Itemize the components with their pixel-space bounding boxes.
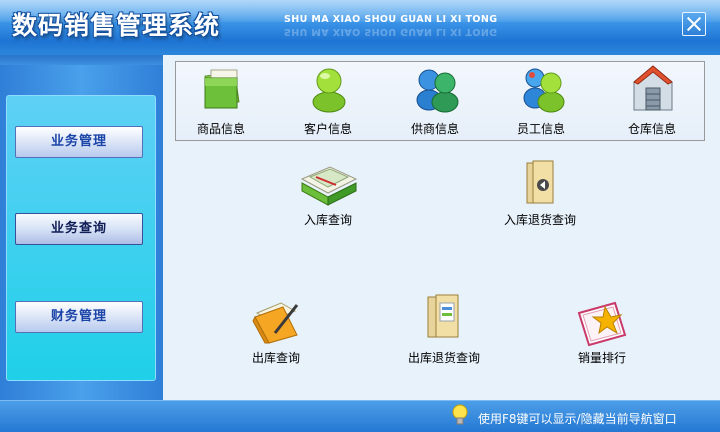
nav-top-strip — [0, 55, 163, 65]
stock-in-query-button[interactable]: 入库查询 — [273, 159, 383, 229]
warehouse-icon — [633, 65, 673, 111]
folder-return-icon — [526, 160, 554, 204]
toolbar-warehouse-info-label: 仓库信息 — [627, 122, 676, 136]
toolbar-supplier-info[interactable]: 供商信息 — [395, 62, 475, 140]
stock-out-query-button[interactable]: 出库查询 — [221, 297, 331, 367]
sales-ranking-button[interactable]: 销量排行 — [547, 297, 657, 367]
application-window: 数码销售管理系统 SHU MA XIAO SHOU GUAN LI XI TON… — [0, 0, 720, 432]
stock-out-query-label: 出库查询 — [251, 351, 300, 365]
toolbar-product-info[interactable]: 商品信息 — [181, 62, 261, 140]
title-bar: 数码销售管理系统 SHU MA XIAO SHOU GUAN LI XI TON… — [0, 0, 720, 55]
stock-out-return-query-button[interactable]: 出库退货查询 — [389, 294, 499, 367]
close-button[interactable] — [682, 12, 706, 36]
folder-icon — [204, 69, 240, 109]
nav-business-management-button[interactable]: 业务管理 — [15, 126, 143, 158]
status-bar: 使用F8键可以显示/隐藏当前导航窗口 — [0, 400, 720, 432]
stock-in-return-query-button[interactable]: 入库退货查询 — [485, 159, 595, 229]
app-title: 数码销售管理系统 — [12, 11, 221, 40]
stock-in-query-label: 入库查询 — [303, 213, 352, 227]
info-toolbar: 商品信息 客户信息 供商信息 员工信息 仓库信息 — [175, 61, 705, 141]
lightbulb-icon — [452, 404, 468, 425]
status-hint-text: 使用F8键可以显示/隐藏当前导航窗口 — [478, 412, 677, 426]
user-icon — [312, 68, 346, 113]
users-group-icon — [523, 68, 565, 113]
app-subtitle-reflection: SHU MA XIAO SHOU GUAN LI XI TONG — [284, 26, 498, 37]
left-navigation-pane: 业务管理 业务查询 财务管理 — [0, 55, 163, 400]
document-folder-icon — [427, 294, 459, 338]
books-icon — [300, 166, 358, 206]
toolbar-supplier-info-label: 供商信息 — [410, 122, 459, 136]
toolbar-warehouse-info[interactable]: 仓库信息 — [612, 62, 692, 140]
stock-out-return-query-label: 出库退货查询 — [407, 351, 480, 365]
app-subtitle: SHU MA XIAO SHOU GUAN LI XI TONG — [284, 14, 498, 25]
folder-pencil-icon — [252, 302, 299, 344]
toolbar-customer-info[interactable]: 客户信息 — [288, 62, 368, 140]
nav-finance-management-button[interactable]: 财务管理 — [15, 301, 143, 333]
toolbar-staff-info-label: 员工信息 — [516, 122, 565, 136]
toolbar-product-info-label: 商品信息 — [196, 122, 245, 136]
main-panel: 商品信息 客户信息 供商信息 员工信息 仓库信息 入库查询 入库退货查询 出库查… — [163, 55, 720, 400]
toolbar-staff-info[interactable]: 员工信息 — [501, 62, 581, 140]
stock-in-return-query-label: 入库退货查询 — [503, 213, 576, 227]
toolbar-customer-info-label: 客户信息 — [303, 122, 352, 136]
sales-ranking-label: 销量排行 — [577, 351, 626, 365]
chart-book-icon — [577, 301, 627, 347]
users-group-icon — [416, 69, 459, 113]
nav-business-query-button[interactable]: 业务查询 — [15, 213, 143, 245]
